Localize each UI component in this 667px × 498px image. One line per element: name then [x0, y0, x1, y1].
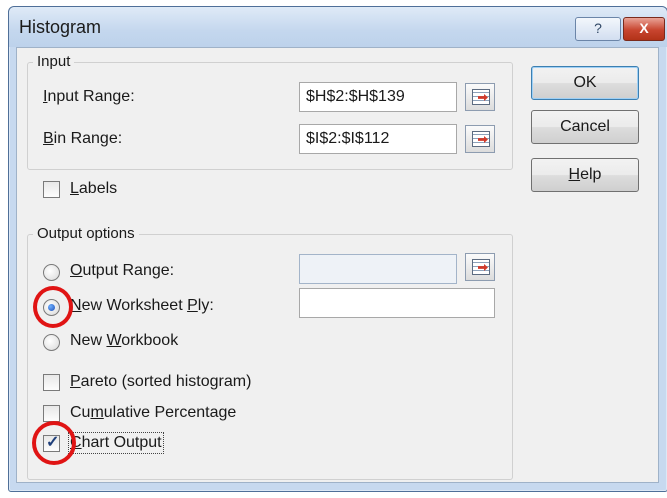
help-button[interactable]: Help [531, 158, 639, 192]
annotation-circle-chart-output [32, 421, 76, 465]
histogram-dialog: Histogram ? X Input Input Range: $H$2:$H… [8, 6, 667, 492]
output-options-legend: Output options [33, 225, 139, 242]
input-range-label: Input Range: [43, 88, 135, 105]
output-range-collapse-button[interactable] [465, 253, 495, 281]
labels-checkbox[interactable] [43, 181, 60, 198]
new-worksheet-field[interactable] [299, 288, 495, 318]
chart-output-label: Chart Output [68, 432, 164, 454]
bin-range-field[interactable]: $I$2:$I$112 [299, 124, 457, 154]
title-help-button[interactable]: ? [575, 17, 621, 41]
output-range-radio[interactable] [43, 264, 60, 281]
new-workbook-radio[interactable] [43, 334, 60, 351]
labels-checkbox-label: Labels [70, 180, 118, 197]
question-icon: ? [594, 20, 602, 36]
output-range-field[interactable] [299, 254, 457, 284]
pareto-label: Pareto (sorted histogram) [70, 373, 252, 390]
bin-range-label: Bin Range: [43, 130, 123, 147]
pareto-checkbox[interactable] [43, 374, 60, 391]
cumulative-percentage-label: Cumulative Percentage [70, 404, 237, 421]
ok-button[interactable]: OK [531, 66, 639, 100]
input-range-collapse-button[interactable] [465, 83, 495, 111]
title-close-button[interactable]: X [623, 17, 665, 41]
new-worksheet-label: New Worksheet Ply: [70, 297, 214, 314]
title-bar[interactable]: Histogram ? X [9, 7, 667, 47]
bin-range-collapse-button[interactable] [465, 125, 495, 153]
dialog-body: Input Input Range: $H$2:$H$139 Bin Range… [16, 47, 659, 483]
close-icon: X [639, 20, 649, 36]
output-range-label: Output Range: [70, 262, 175, 279]
input-range-field[interactable]: $H$2:$H$139 [299, 82, 457, 112]
input-group-legend: Input [33, 53, 75, 70]
dialog-title: Histogram [19, 17, 102, 37]
cumulative-percentage-checkbox[interactable] [43, 405, 60, 422]
cancel-button[interactable]: Cancel [531, 110, 639, 144]
annotation-circle-new-worksheet [33, 286, 73, 328]
new-workbook-label: New Workbook [70, 332, 179, 349]
